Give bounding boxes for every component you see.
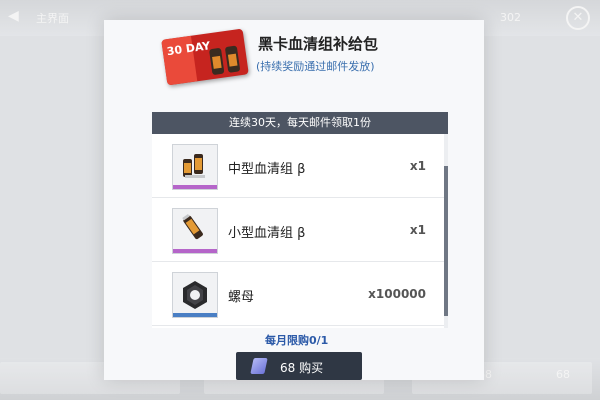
reward-quantity: x100000 [368,287,426,301]
reward-name: 螺母 [228,290,255,305]
background-title: 主界面 [36,12,69,25]
back-icon[interactable]: ◀ [8,8,24,24]
rarity-bar [173,249,217,253]
scrollbar-thumb[interactable] [444,166,448,316]
reward-name: 小型血清组 β [228,226,306,241]
gem-icon [250,358,268,374]
rarity-bar [173,313,217,317]
rarity-bar [173,185,217,189]
buy-label: 68 购买 [280,359,323,376]
reward-quantity: x1 [409,223,426,237]
buy-price: 68 [280,361,296,375]
nut-icon[interactable] [172,272,218,318]
serum-medium-icon[interactable] [172,144,218,190]
reward-list-panel[interactable]: 连续30天，每天邮件领取1份 中型血清组 β x1 小型血清组 β x1 螺母 … [152,112,448,328]
ticket-bottle-icon [224,45,241,73]
package-title: 黑卡血清组补给包 [258,35,379,53]
reward-row: 小型血清组 β x1 [152,198,444,262]
buy-text: 购买 [299,361,324,375]
ticket-bottle-icon [208,47,225,76]
currency-count: 302 [500,11,521,24]
reward-row: 中型血清组 β x1 [152,134,444,198]
shop-tile-price: 68 [556,368,570,381]
package-subtitle: (持续奖励通过邮件发放) [256,60,375,73]
reward-row: 螺母 x100000 [152,262,444,326]
close-icon[interactable]: ✕ [566,6,590,30]
reward-banner: 连续30天，每天邮件领取1份 [152,112,448,134]
reward-quantity: x1 [409,159,426,173]
purchase-limit: 每月限购0/1 [265,334,329,347]
serum-small-icon[interactable] [172,208,218,254]
reward-name: 中型血清组 β [228,162,306,177]
buy-button[interactable]: 68 购买 [236,352,362,380]
